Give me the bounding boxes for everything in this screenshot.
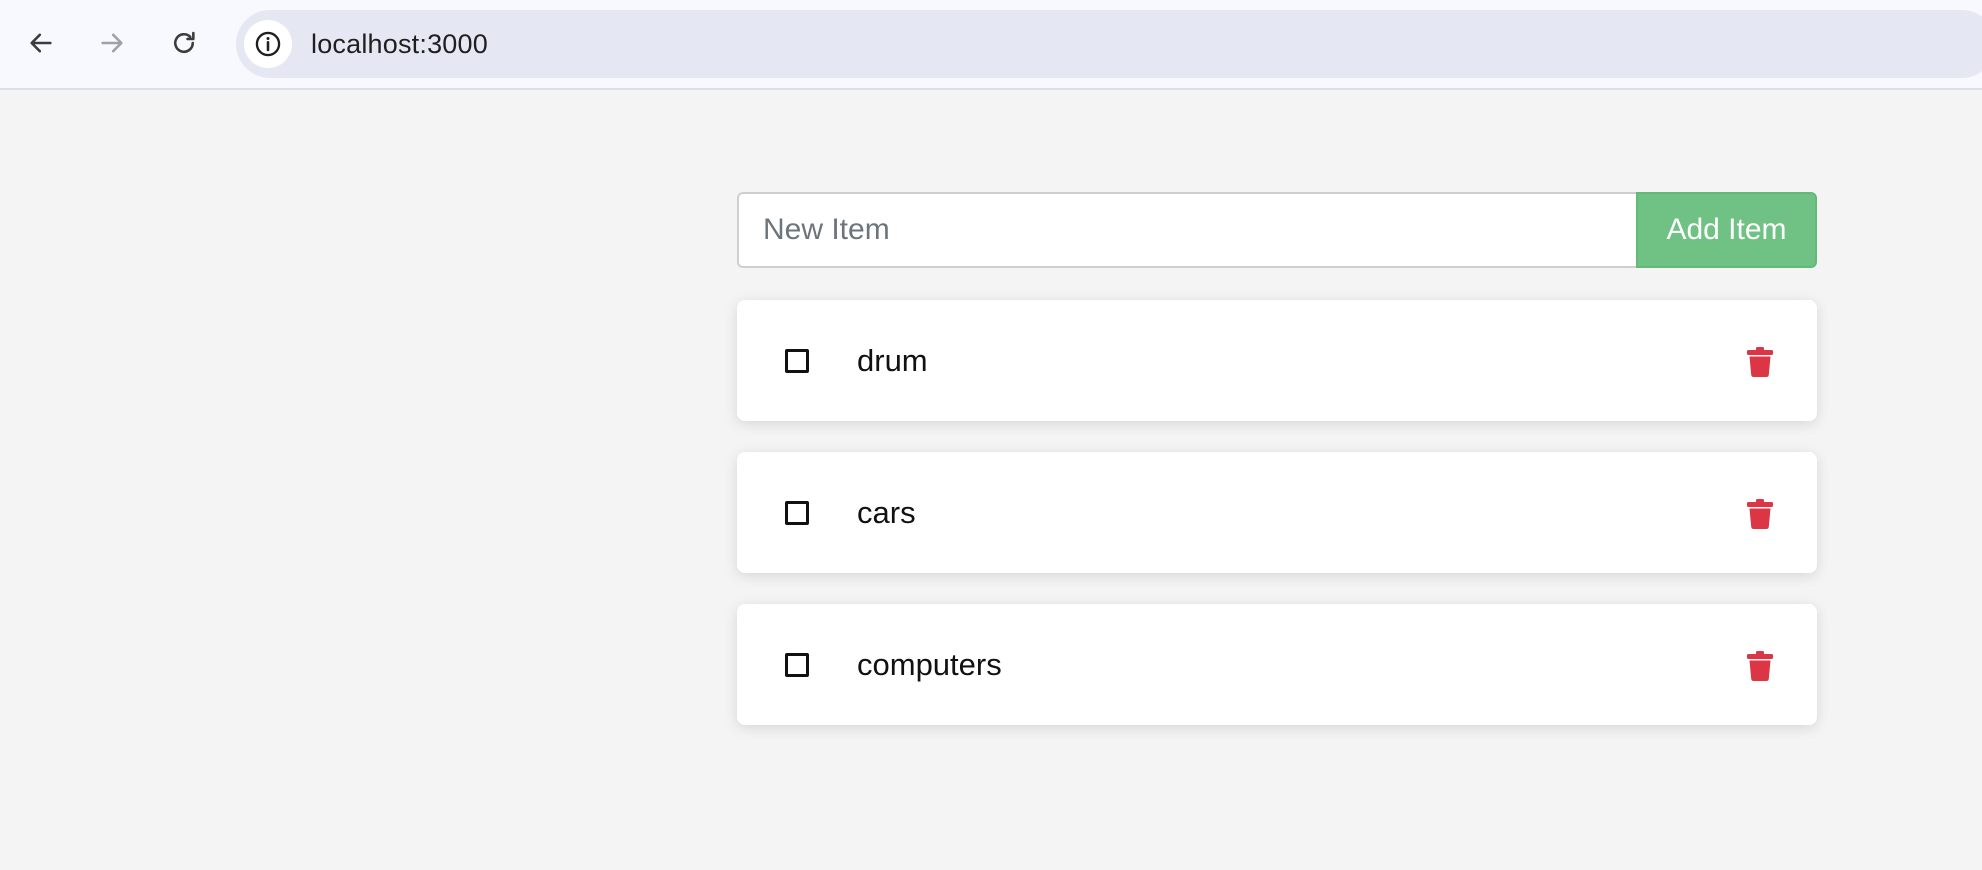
todo-list: drum cars computers: [737, 300, 1817, 756]
site-info-button[interactable]: [244, 20, 292, 68]
delete-button[interactable]: [1745, 498, 1775, 530]
address-bar[interactable]: localhost:3000: [236, 10, 1982, 78]
trash-icon: [1747, 499, 1773, 529]
delete-button[interactable]: [1745, 346, 1775, 378]
item-label: computers: [857, 647, 1002, 682]
arrow-left-icon: [30, 33, 52, 53]
item-checkbox[interactable]: [785, 501, 809, 525]
item-label: drum: [857, 343, 928, 378]
list-item: cars: [737, 452, 1817, 573]
back-button[interactable]: [17, 19, 65, 67]
trash-icon: [1747, 347, 1773, 377]
add-item-button[interactable]: Add Item: [1636, 192, 1817, 268]
trash-icon: [1747, 651, 1773, 681]
arrow-right-icon: [101, 33, 123, 53]
list-item: computers: [737, 604, 1817, 725]
list-item: drum: [737, 300, 1817, 421]
reload-button[interactable]: [160, 19, 208, 67]
item-label: cars: [857, 495, 916, 530]
item-checkbox[interactable]: [785, 349, 809, 373]
reload-icon: [174, 31, 195, 54]
page-content: Add Item drum cars: [0, 90, 1982, 870]
item-checkbox[interactable]: [785, 653, 809, 677]
info-icon: [255, 31, 281, 57]
new-item-input[interactable]: [737, 192, 1637, 268]
browser-toolbar: localhost:3000: [0, 0, 1982, 90]
add-item-form: Add Item: [737, 192, 1817, 268]
delete-button[interactable]: [1745, 650, 1775, 682]
forward-button[interactable]: [88, 19, 136, 67]
url-text[interactable]: localhost:3000: [311, 10, 488, 78]
